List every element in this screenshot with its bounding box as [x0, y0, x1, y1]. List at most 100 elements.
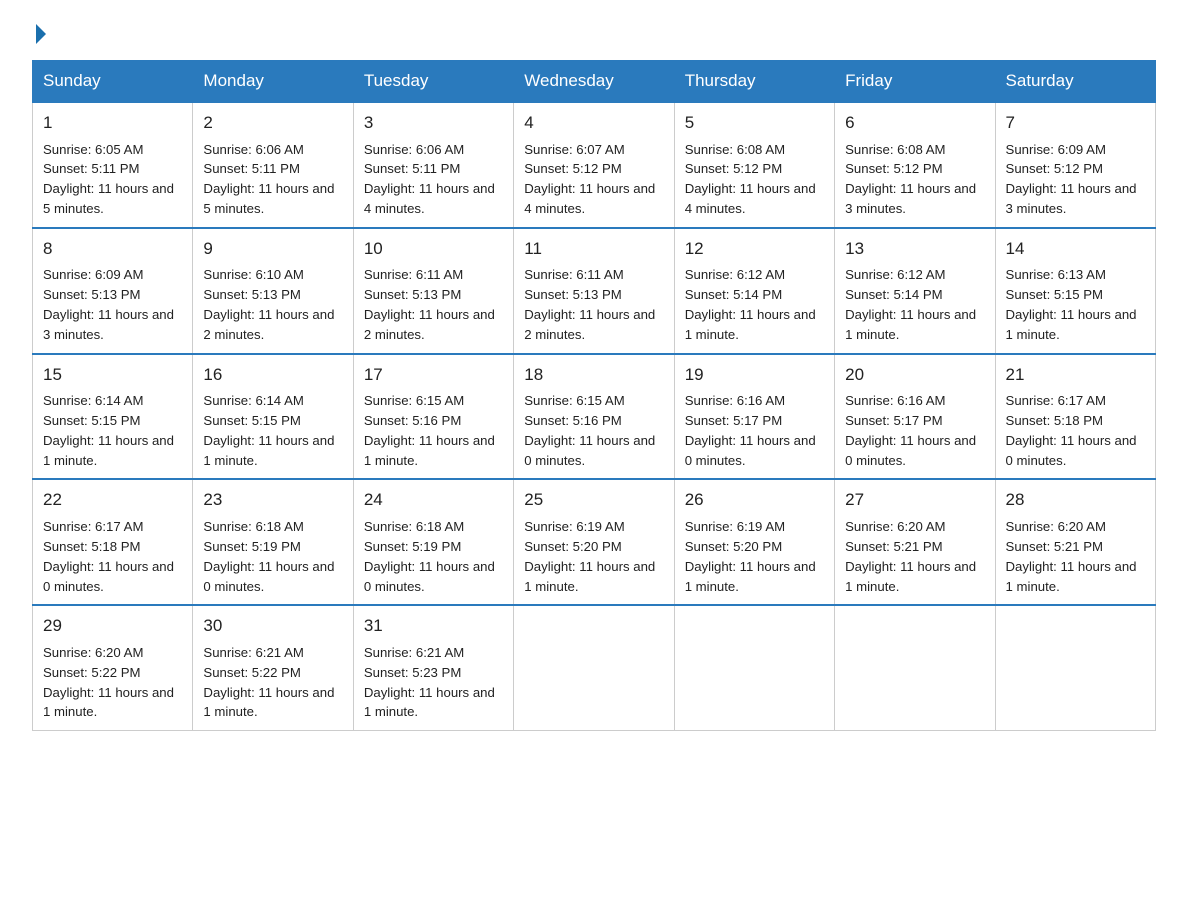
logo-arrow-icon: [36, 24, 46, 44]
day-number: 12: [685, 237, 824, 262]
calendar-cell: 11 Sunrise: 6:11 AMSunset: 5:13 PMDayligh…: [514, 228, 674, 354]
day-number: 13: [845, 237, 984, 262]
day-number: 26: [685, 488, 824, 513]
day-number: 31: [364, 614, 503, 639]
calendar-cell: 12 Sunrise: 6:12 AMSunset: 5:14 PMDayligh…: [674, 228, 834, 354]
calendar-cell: 19Sunrise: 6:16 AMSunset: 5:17 PMDayligh…: [674, 354, 834, 480]
day-number: 5: [685, 111, 824, 136]
calendar-cell: 17 Sunrise: 6:15 AMSunset: 5:16 PMDayligh…: [353, 354, 513, 480]
day-info: Sunrise: 6:11 AMSunset: 5:13 PMDaylight:…: [364, 265, 503, 344]
calendar-cell: 15 Sunrise: 6:14 AMSunset: 5:15 PMDayligh…: [33, 354, 193, 480]
day-number: 20: [845, 363, 984, 388]
day-info: Sunrise: 6:14 AMSunset: 5:15 PMDaylight:…: [203, 391, 342, 470]
col-header-sunday: Sunday: [33, 61, 193, 103]
day-number: 15: [43, 363, 182, 388]
day-number: 7: [1006, 111, 1145, 136]
calendar-cell: 30 Sunrise: 6:21 AMSunset: 5:22 PMDayligh…: [193, 605, 353, 730]
day-info: Sunrise: 6:18 AMSunset: 5:19 PMDaylight:…: [364, 517, 503, 596]
calendar-cell: 8 Sunrise: 6:09 AMSunset: 5:13 PMDaylight…: [33, 228, 193, 354]
calendar-cell: 16Sunrise: 6:14 AMSunset: 5:15 PMDayligh…: [193, 354, 353, 480]
day-info: Sunrise: 6:14 AMSunset: 5:15 PMDaylight:…: [43, 391, 182, 470]
calendar-cell: 6 Sunrise: 6:08 AMSunset: 5:12 PMDaylight…: [835, 102, 995, 228]
day-info: Sunrise: 6:05 AMSunset: 5:11 PMDaylight:…: [43, 140, 182, 219]
day-number: 17: [364, 363, 503, 388]
day-info: Sunrise: 6:13 AMSunset: 5:15 PMDaylight:…: [1006, 265, 1145, 344]
day-info: Sunrise: 6:11 AMSunset: 5:13 PMDaylight:…: [524, 265, 663, 344]
day-number: 10: [364, 237, 503, 262]
calendar-cell: 10 Sunrise: 6:11 AMSunset: 5:13 PMDayligh…: [353, 228, 513, 354]
day-info: Sunrise: 6:21 AMSunset: 5:22 PMDaylight:…: [203, 643, 342, 722]
calendar-cell: 2Sunrise: 6:06 AMSunset: 5:11 PMDaylight…: [193, 102, 353, 228]
day-info: Sunrise: 6:20 AMSunset: 5:22 PMDaylight:…: [43, 643, 182, 722]
calendar-cell: 4 Sunrise: 6:07 AMSunset: 5:12 PMDaylight…: [514, 102, 674, 228]
calendar-cell: [995, 605, 1155, 730]
day-number: 14: [1006, 237, 1145, 262]
calendar-cell: 1 Sunrise: 6:05 AMSunset: 5:11 PMDaylight…: [33, 102, 193, 228]
calendar-cell: 20 Sunrise: 6:16 AMSunset: 5:17 PMDayligh…: [835, 354, 995, 480]
day-number: 3: [364, 111, 503, 136]
day-number: 30: [203, 614, 342, 639]
day-info: Sunrise: 6:08 AMSunset: 5:12 PMDaylight:…: [845, 140, 984, 219]
day-info: Sunrise: 6:20 AMSunset: 5:21 PMDaylight:…: [845, 517, 984, 596]
calendar-cell: 31 Sunrise: 6:21 AMSunset: 5:23 PMDayligh…: [353, 605, 513, 730]
calendar-cell: 13 Sunrise: 6:12 AMSunset: 5:14 PMDayligh…: [835, 228, 995, 354]
day-number: 1: [43, 111, 182, 136]
logo-text: [32, 24, 46, 44]
day-info: Sunrise: 6:17 AMSunset: 5:18 PMDaylight:…: [1006, 391, 1145, 470]
calendar-week-4: 22Sunrise: 6:17 AMSunset: 5:18 PMDayligh…: [33, 479, 1156, 605]
day-info: Sunrise: 6:16 AMSunset: 5:17 PMDaylight:…: [845, 391, 984, 470]
header-row: SundayMondayTuesdayWednesdayThursdayFrid…: [33, 61, 1156, 103]
day-info: Sunrise: 6:17 AMSunset: 5:18 PMDaylight:…: [43, 517, 182, 596]
calendar-cell: 25 Sunrise: 6:19 AMSunset: 5:20 PMDayligh…: [514, 479, 674, 605]
calendar-week-3: 15 Sunrise: 6:14 AMSunset: 5:15 PMDayligh…: [33, 354, 1156, 480]
col-header-friday: Friday: [835, 61, 995, 103]
col-header-monday: Monday: [193, 61, 353, 103]
logo: [32, 24, 46, 40]
day-number: 25: [524, 488, 663, 513]
day-number: 28: [1006, 488, 1145, 513]
calendar-cell: [674, 605, 834, 730]
day-info: Sunrise: 6:10 AMSunset: 5:13 PMDaylight:…: [203, 265, 342, 344]
calendar-cell: 3 Sunrise: 6:06 AMSunset: 5:11 PMDaylight…: [353, 102, 513, 228]
day-number: 11: [524, 237, 663, 262]
col-header-wednesday: Wednesday: [514, 61, 674, 103]
day-number: 23: [203, 488, 342, 513]
col-header-tuesday: Tuesday: [353, 61, 513, 103]
calendar-cell: 27Sunrise: 6:20 AMSunset: 5:21 PMDayligh…: [835, 479, 995, 605]
calendar-cell: [835, 605, 995, 730]
day-info: Sunrise: 6:08 AMSunset: 5:12 PMDaylight:…: [685, 140, 824, 219]
day-info: Sunrise: 6:15 AMSunset: 5:16 PMDaylight:…: [364, 391, 503, 470]
calendar-cell: 9 Sunrise: 6:10 AMSunset: 5:13 PMDaylight…: [193, 228, 353, 354]
calendar-cell: 14 Sunrise: 6:13 AMSunset: 5:15 PMDayligh…: [995, 228, 1155, 354]
day-info: Sunrise: 6:12 AMSunset: 5:14 PMDaylight:…: [845, 265, 984, 344]
calendar-cell: 22Sunrise: 6:17 AMSunset: 5:18 PMDayligh…: [33, 479, 193, 605]
col-header-saturday: Saturday: [995, 61, 1155, 103]
day-info: Sunrise: 6:19 AMSunset: 5:20 PMDaylight:…: [685, 517, 824, 596]
day-number: 4: [524, 111, 663, 136]
day-number: 9: [203, 237, 342, 262]
day-info: Sunrise: 6:21 AMSunset: 5:23 PMDaylight:…: [364, 643, 503, 722]
day-number: 8: [43, 237, 182, 262]
calendar-cell: 24 Sunrise: 6:18 AMSunset: 5:19 PMDayligh…: [353, 479, 513, 605]
day-number: 6: [845, 111, 984, 136]
day-number: 29: [43, 614, 182, 639]
calendar-table: SundayMondayTuesdayWednesdayThursdayFrid…: [32, 60, 1156, 731]
day-info: Sunrise: 6:06 AMSunset: 5:11 PMDaylight:…: [364, 140, 503, 219]
day-info: Sunrise: 6:07 AMSunset: 5:12 PMDaylight:…: [524, 140, 663, 219]
day-number: 2: [203, 111, 342, 136]
calendar-cell: 29 Sunrise: 6:20 AMSunset: 5:22 PMDayligh…: [33, 605, 193, 730]
day-number: 24: [364, 488, 503, 513]
calendar-cell: 18Sunrise: 6:15 AMSunset: 5:16 PMDayligh…: [514, 354, 674, 480]
day-info: Sunrise: 6:12 AMSunset: 5:14 PMDaylight:…: [685, 265, 824, 344]
calendar-week-1: 1 Sunrise: 6:05 AMSunset: 5:11 PMDaylight…: [33, 102, 1156, 228]
calendar-cell: 7 Sunrise: 6:09 AMSunset: 5:12 PMDaylight…: [995, 102, 1155, 228]
day-info: Sunrise: 6:19 AMSunset: 5:20 PMDaylight:…: [524, 517, 663, 596]
day-number: 18: [524, 363, 663, 388]
day-info: Sunrise: 6:09 AMSunset: 5:13 PMDaylight:…: [43, 265, 182, 344]
col-header-thursday: Thursday: [674, 61, 834, 103]
calendar-week-5: 29 Sunrise: 6:20 AMSunset: 5:22 PMDayligh…: [33, 605, 1156, 730]
day-info: Sunrise: 6:20 AMSunset: 5:21 PMDaylight:…: [1006, 517, 1145, 596]
day-info: Sunrise: 6:09 AMSunset: 5:12 PMDaylight:…: [1006, 140, 1145, 219]
calendar-cell: 26 Sunrise: 6:19 AMSunset: 5:20 PMDayligh…: [674, 479, 834, 605]
day-number: 21: [1006, 363, 1145, 388]
